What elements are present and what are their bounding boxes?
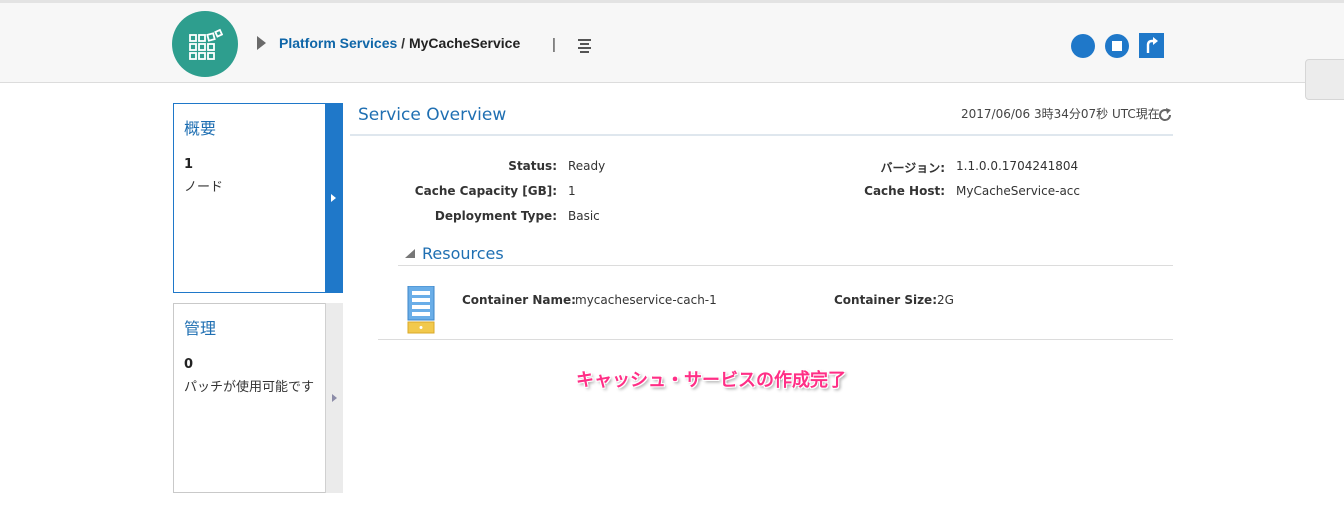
administration-card[interactable]: 管理 0 パッチが使用可能です bbox=[173, 303, 343, 493]
card-expand-strip[interactable] bbox=[325, 103, 343, 293]
server-container-icon bbox=[407, 285, 435, 338]
container-size-value: 2G bbox=[937, 293, 954, 307]
platform-grid-icon[interactable] bbox=[172, 11, 238, 77]
restart-arrow-icon[interactable] bbox=[1139, 33, 1164, 58]
start-circle-icon[interactable] bbox=[1071, 34, 1095, 58]
status-label: Status: bbox=[508, 159, 557, 173]
hamburger-menu-icon[interactable] bbox=[578, 38, 591, 57]
breadcrumb: Platform Services / MyCacheService bbox=[279, 35, 520, 51]
card-count: 0 bbox=[184, 357, 194, 372]
version-value: 1.1.0.0.1704241804 bbox=[956, 159, 1079, 173]
deployment-type-label: Deployment Type: bbox=[434, 209, 557, 223]
side-panel-tab[interactable] bbox=[1305, 59, 1344, 100]
container-size-label: Container Size: bbox=[834, 293, 937, 307]
container-name-value: mycacheservice-cach-1 bbox=[575, 293, 717, 307]
triangle-right-icon bbox=[257, 36, 266, 50]
overview-card[interactable]: 概要 1 ノード bbox=[173, 103, 343, 293]
deployment-type-value: Basic bbox=[568, 209, 600, 223]
card-description: パッチが使用可能です bbox=[184, 380, 315, 395]
card-title: 管理 bbox=[184, 319, 217, 338]
resources-divider bbox=[398, 265, 1173, 266]
header-divider: | bbox=[552, 36, 556, 53]
section-divider bbox=[378, 339, 1173, 340]
cache-capacity-label: Cache Capacity [GB]: bbox=[414, 184, 557, 198]
completion-annotation: キャッシュ・サービスの作成完了 bbox=[576, 370, 846, 391]
cache-host-label: Cache Host: bbox=[864, 184, 945, 198]
stop-square-icon[interactable] bbox=[1105, 34, 1129, 58]
breadcrumb-current: MyCacheService bbox=[408, 35, 521, 51]
top-header: Platform Services / MyCacheService | bbox=[0, 0, 1344, 83]
page-title: Service Overview bbox=[358, 105, 507, 125]
resources-heading[interactable]: Resources bbox=[422, 244, 504, 263]
card-expand-strip[interactable] bbox=[325, 303, 343, 493]
refresh-icon[interactable] bbox=[1157, 107, 1173, 127]
status-value: Ready bbox=[568, 159, 606, 173]
timestamp: 2017/06/06 3時34分07秒 UTC現在 bbox=[961, 107, 1160, 121]
chevron-right-icon bbox=[331, 194, 336, 202]
version-label: バージョン: bbox=[880, 161, 945, 175]
card-description: ノード bbox=[184, 180, 224, 195]
title-divider bbox=[350, 134, 1173, 136]
cache-capacity-value: 1 bbox=[568, 184, 576, 198]
collapse-triangle-icon[interactable] bbox=[405, 249, 415, 258]
container-name-label: Container Name: bbox=[462, 293, 576, 307]
breadcrumb-separator: / bbox=[397, 35, 409, 51]
breadcrumb-link-platform-services[interactable]: Platform Services bbox=[279, 35, 397, 51]
card-count: 1 bbox=[184, 157, 194, 172]
chevron-right-icon bbox=[332, 394, 337, 402]
card-title: 概要 bbox=[184, 119, 217, 138]
cache-host-value: MyCacheService-acc bbox=[956, 184, 1081, 198]
